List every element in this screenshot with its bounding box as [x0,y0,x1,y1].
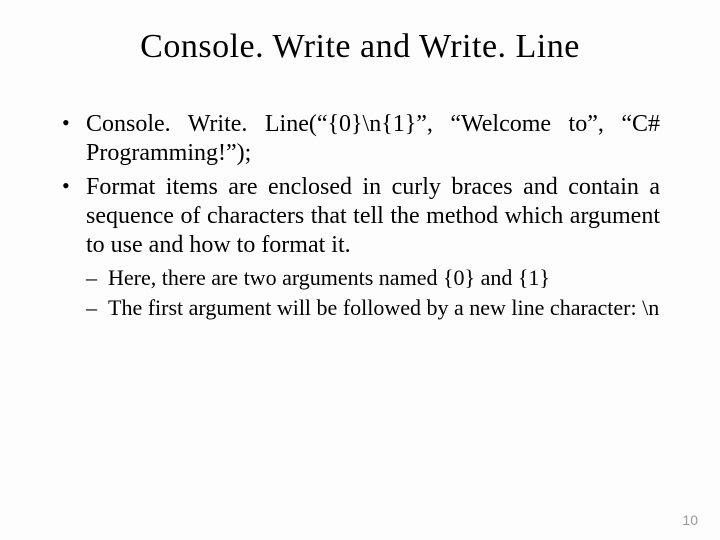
page-number: 10 [682,512,698,528]
sub-bullet-list: Here, there are two arguments named {0} … [60,264,660,321]
sub-item-0: Here, there are two arguments named {0} … [86,264,660,291]
sub-item-1: The first argument will be followed by a… [86,294,660,321]
main-bullet-list: Console. Write. Line(“{0}\n{1}”, “Welcom… [60,110,660,260]
slide-title: Console. Write and Write. Line [60,28,660,66]
bullet-item-0: Console. Write. Line(“{0}\n{1}”, “Welcom… [60,110,660,169]
bullet-item-1: Format items are enclosed in curly brace… [60,173,660,261]
